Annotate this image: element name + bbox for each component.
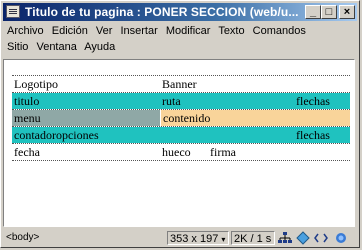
banner-cell[interactable]: Banner xyxy=(162,76,197,92)
layout-row-1[interactable]: Logotipo Banner xyxy=(12,75,350,92)
close-button[interactable]: × xyxy=(339,5,355,19)
menu-sitio[interactable]: Sitio xyxy=(7,41,28,53)
title-bar[interactable]: Titulo de tu pagina : PONER SECCION (web… xyxy=(3,3,357,21)
titulo-cell[interactable]: titulo xyxy=(14,93,39,109)
layout-row-3[interactable]: menu contenido xyxy=(12,109,350,126)
menu-texto[interactable]: Texto xyxy=(218,25,244,37)
layout-row-2[interactable]: titulo ruta flechas xyxy=(12,92,350,109)
menu-ventana[interactable]: Ventana xyxy=(36,41,76,53)
layout-row-5[interactable]: fecha hueco firma xyxy=(12,143,350,161)
document-canvas[interactable]: Logotipo Banner titulo ruta flechas menu… xyxy=(3,59,355,227)
contadoropciones-cell[interactable]: contadoropciones xyxy=(14,127,99,143)
chevron-down-icon: ▾ xyxy=(221,235,226,244)
window-size-label: 353 x 197 xyxy=(170,233,219,245)
menu-row-1: Archivo Edición Ver Insertar Modificar T… xyxy=(7,23,311,39)
hueco-cell[interactable]: hueco xyxy=(162,144,191,160)
status-bar: <body> 353 x 197 ▾ 2K / 1 s xyxy=(3,229,357,247)
window-size-dropdown[interactable]: 353 x 197 ▾ xyxy=(167,231,229,245)
menu-edicion[interactable]: Edición xyxy=(52,25,88,37)
gradient-icon[interactable] xyxy=(333,231,349,245)
menu-ver[interactable]: Ver xyxy=(96,25,113,37)
document-icon xyxy=(6,5,20,18)
flechas-bottom-cell[interactable]: flechas xyxy=(296,127,330,143)
menu-ayuda[interactable]: Ayuda xyxy=(84,41,115,53)
site-map-icon[interactable] xyxy=(277,231,293,245)
menu-archivo[interactable]: Archivo xyxy=(7,25,44,37)
menu-comandos[interactable]: Comandos xyxy=(253,25,306,37)
firma-cell[interactable]: firma xyxy=(210,144,236,160)
diamond-icon[interactable] xyxy=(295,231,311,245)
logotipo-cell[interactable]: Logotipo xyxy=(14,76,58,92)
menu-insertar[interactable]: Insertar xyxy=(120,25,157,37)
layout-row-4[interactable]: contadoropciones flechas xyxy=(12,126,350,143)
menu-row-2: Sitio Ventana Ayuda xyxy=(7,39,120,55)
flechas-top-cell[interactable]: flechas xyxy=(296,93,330,109)
window-title: Titulo de tu pagina : PONER SECCION (web… xyxy=(25,5,299,19)
minimize-button[interactable]: _ xyxy=(305,5,321,19)
menu-modificar[interactable]: Modificar xyxy=(166,25,211,37)
fecha-cell[interactable]: fecha xyxy=(14,144,40,160)
download-time: 2K / 1 s xyxy=(231,231,275,245)
editor-window: Titulo de tu pagina : PONER SECCION (web… xyxy=(0,0,360,248)
contenido-cell[interactable]: contenido xyxy=(163,110,210,126)
maximize-button[interactable]: □ xyxy=(321,5,337,19)
tag-selector[interactable]: <body> xyxy=(6,232,39,243)
menu-cell[interactable]: menu xyxy=(14,110,41,126)
code-icon[interactable] xyxy=(313,231,329,245)
ruta-cell[interactable]: ruta xyxy=(162,93,181,109)
menu-bar: Archivo Edición Ver Insertar Modificar T… xyxy=(3,23,357,57)
